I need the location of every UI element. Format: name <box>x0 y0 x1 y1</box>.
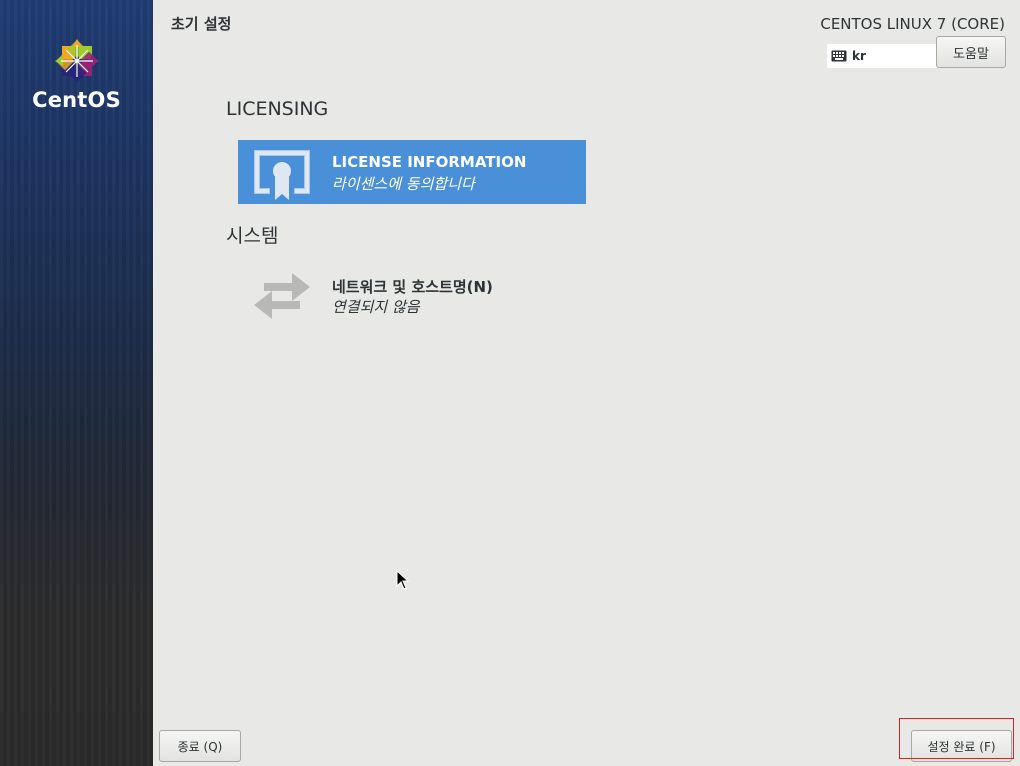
mouse-cursor-icon <box>396 570 410 590</box>
category-title-licensing: LICENSING <box>226 98 329 120</box>
spoke-status: 라이센스에 동의합니다 <box>332 175 475 193</box>
spoke-network-hostname[interactable]: 네트워크 및 호스트명(N) 연결되지 않음 <box>238 263 586 327</box>
network-arrows-icon <box>254 273 310 319</box>
quit-button[interactable]: 종료 (Q) <box>159 730 241 762</box>
spoke-license-information[interactable]: LICENSE INFORMATION 라이센스에 동의합니다 <box>238 140 586 204</box>
spoke-name: LICENSE INFORMATION <box>332 153 527 171</box>
keyboard-icon <box>831 50 847 62</box>
centos-logo-text: CentOS <box>32 88 121 112</box>
category-title-system: 시스템 <box>226 225 279 247</box>
distro-name: CENTOS LINUX 7 (CORE) <box>820 15 1005 33</box>
keyboard-layout-indicator[interactable]: kr <box>827 44 937 68</box>
certificate-icon <box>254 150 310 200</box>
spoke-status: 연결되지 않음 <box>332 298 420 316</box>
keyboard-layout-label: kr <box>852 49 866 63</box>
page-title: 초기 설정 <box>171 15 232 33</box>
sidebar-texture <box>0 0 153 766</box>
centos-logo-icon <box>55 39 99 83</box>
spoke-name: 네트워크 및 호스트명(N) <box>332 278 493 296</box>
sidebar: CentOS <box>0 0 153 766</box>
finish-configuration-button[interactable]: 설정 완료 (F) <box>911 730 1012 762</box>
help-button[interactable]: 도움말 <box>936 36 1006 68</box>
